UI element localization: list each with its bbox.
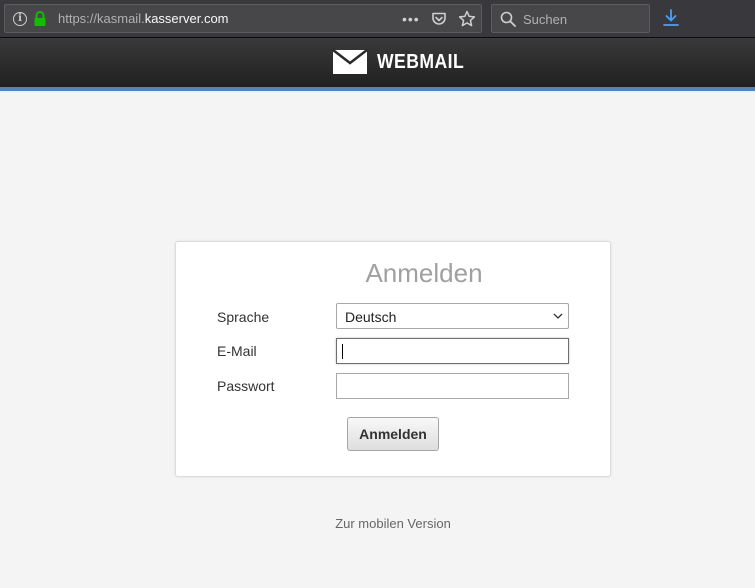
more-icon[interactable]: •••	[402, 11, 420, 27]
url-text[interactable]: https://kasmail.kasserver.com	[58, 11, 229, 26]
search-bar[interactable]: Suchen	[491, 4, 650, 33]
chevron-down-icon	[553, 313, 563, 319]
login-panel: Anmelden Sprache Deutsch E-Mail Passwort…	[175, 241, 611, 477]
download-icon[interactable]	[662, 9, 680, 27]
logo-text: WEBMAIL	[377, 50, 465, 73]
info-icon[interactable]: i	[13, 12, 27, 26]
mobile-version-link[interactable]: Zur mobilen Version	[0, 516, 755, 531]
lock-icon[interactable]	[33, 11, 47, 27]
text-caret	[342, 344, 343, 359]
star-icon[interactable]	[458, 10, 476, 28]
search-placeholder: Suchen	[523, 12, 568, 27]
language-value: Deutsch	[345, 309, 397, 325]
envelope-icon	[332, 49, 368, 74]
login-button[interactable]: Anmelden	[347, 417, 439, 451]
login-title: Anmelden	[365, 258, 483, 288]
password-field[interactable]	[336, 373, 569, 399]
email-label: E-Mail	[217, 343, 257, 359]
header-stripe	[0, 87, 755, 91]
browser-toolbar: i https://kasmail.kasserver.com ••• Such…	[0, 0, 755, 38]
app-header: WEBMAIL	[0, 38, 755, 87]
language-select[interactable]: Deutsch	[336, 303, 569, 329]
url-domain: kasserver.com	[144, 11, 229, 26]
pocket-icon[interactable]	[431, 11, 447, 27]
url-bar[interactable]: i https://kasmail.kasserver.com •••	[4, 4, 482, 33]
webmail-logo: WEBMAIL	[332, 48, 476, 76]
url-prefix: https://kasmail.	[58, 11, 145, 26]
password-label: Passwort	[217, 378, 275, 394]
email-field[interactable]	[336, 338, 569, 364]
language-label: Sprache	[217, 309, 270, 325]
search-icon	[500, 11, 516, 27]
